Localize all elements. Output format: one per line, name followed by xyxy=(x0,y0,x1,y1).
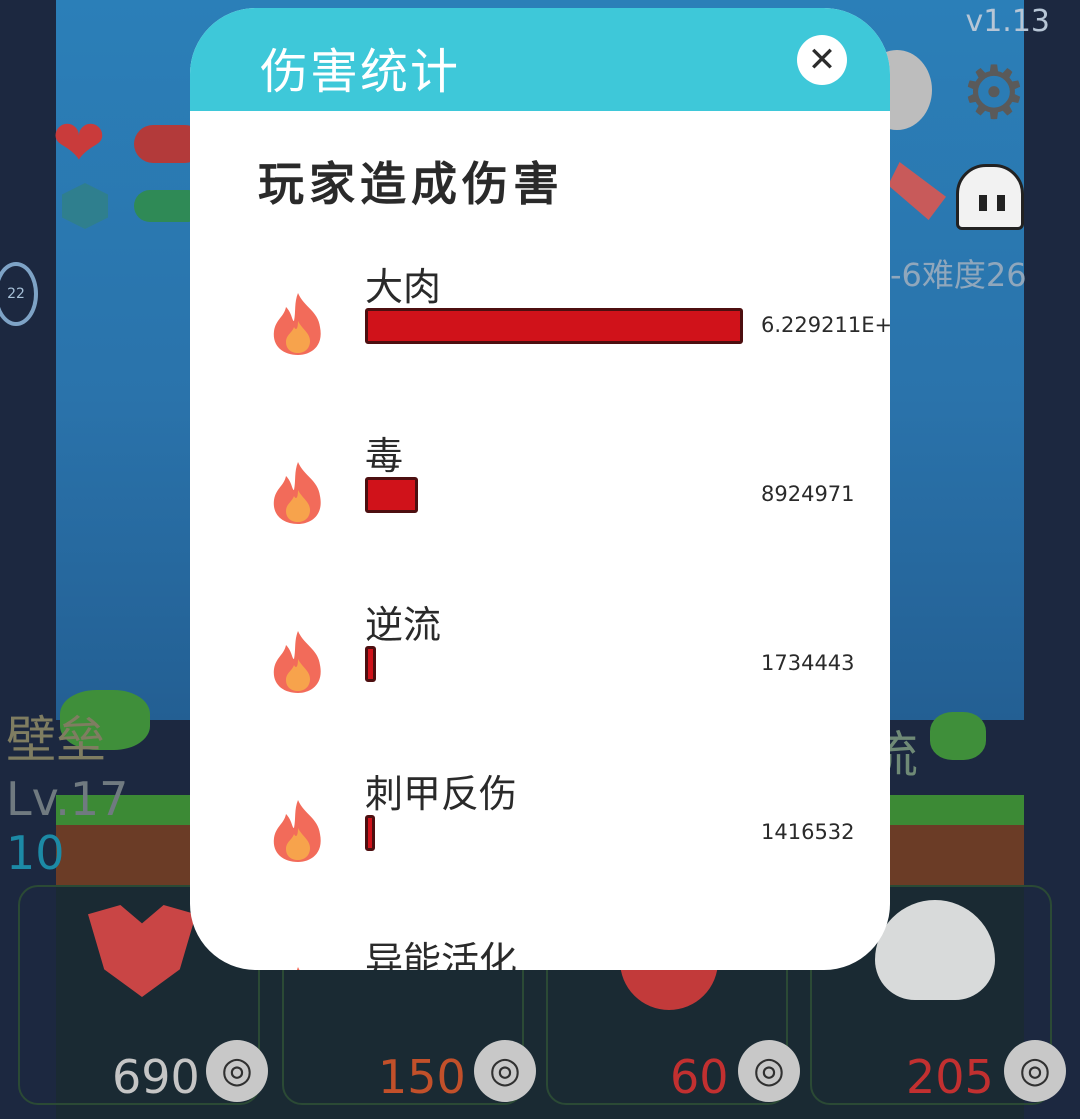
dialog-header: 伤害统计 ✕ xyxy=(190,8,890,111)
damage-value: 6.229211E+ xyxy=(761,313,890,337)
flame-icon xyxy=(273,800,321,862)
version-label: v1.13 xyxy=(965,4,1050,39)
ghost-icon[interactable] xyxy=(956,164,1024,230)
character-stat: 10 xyxy=(6,826,65,880)
timer-icon: 22 xyxy=(0,262,38,326)
dialog-title: 伤害统计 xyxy=(260,44,461,100)
damage-row: 刺甲反伤 1416532 xyxy=(190,763,890,923)
damage-row: 逆流 1734443 xyxy=(190,594,890,754)
swirl-icon[interactable]: ◎ xyxy=(474,1040,536,1102)
damage-bar xyxy=(365,477,418,513)
gear-icon[interactable]: ⚙ xyxy=(958,56,1030,130)
damage-row: 大肉 6.229211E+ xyxy=(190,256,890,416)
swirl-icon[interactable]: ◎ xyxy=(738,1040,800,1102)
card-value: 205 xyxy=(906,1050,994,1104)
damage-source-label: 刺甲反伤 xyxy=(365,772,518,816)
character-name: 壁垒 xyxy=(6,711,106,769)
difficulty-label: -6难度26 xyxy=(890,256,1027,294)
damage-value: 8924971 xyxy=(761,482,855,506)
section-title: 玩家造成伤害 xyxy=(258,157,564,211)
flame-icon xyxy=(296,967,300,970)
card-value: 690 xyxy=(112,1050,200,1104)
heart-icon: ❤ xyxy=(52,107,106,181)
flame-icon xyxy=(273,462,321,524)
damage-bar xyxy=(365,815,375,851)
damage-stats-dialog: 伤害统计 ✕ 玩家造成伤害 大肉 6.229211E+ 毒 8924971 逆流 1734… xyxy=(190,8,890,970)
damage-value: 1416532 xyxy=(761,820,855,844)
flame-icon xyxy=(273,631,321,693)
damage-row: 异能活化 xyxy=(190,930,890,970)
close-icon: ✕ xyxy=(807,40,837,80)
damage-source-label: 大肉 xyxy=(365,265,442,309)
tree xyxy=(930,712,986,760)
swirl-icon[interactable]: ◎ xyxy=(1004,1040,1066,1102)
damage-row: 毒 8924971 xyxy=(190,425,890,585)
character-level: Lv.17 xyxy=(6,772,129,826)
close-button[interactable]: ✕ xyxy=(797,35,847,85)
damage-bar xyxy=(365,646,376,682)
damage-bar xyxy=(365,308,743,344)
swirl-icon[interactable]: ◎ xyxy=(206,1040,268,1102)
damage-source-label: 毒 xyxy=(365,434,404,478)
card-value: 150 xyxy=(378,1050,466,1104)
card-value: 60 xyxy=(670,1050,729,1104)
damage-source-label: 逆流 xyxy=(365,603,442,647)
damage-source-label: 异能活化 xyxy=(365,939,518,970)
damage-value: 1734443 xyxy=(761,651,855,675)
flame-icon xyxy=(273,293,321,355)
